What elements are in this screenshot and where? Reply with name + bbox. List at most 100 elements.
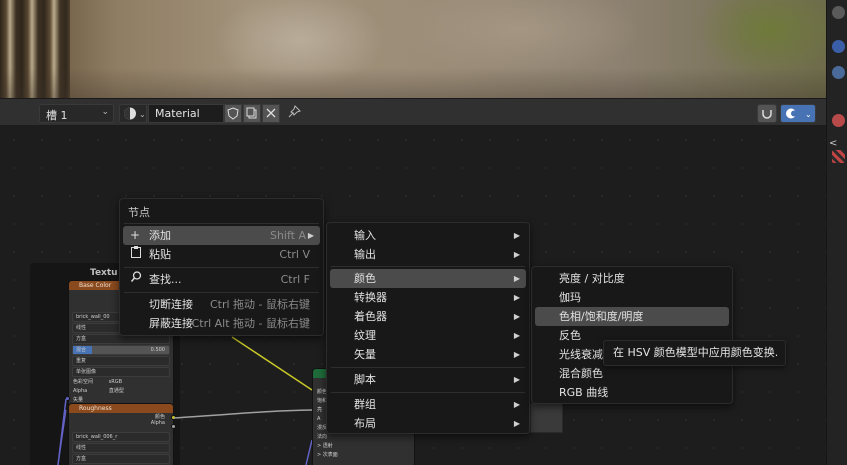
projection-select[interactable]: 方盒 <box>72 454 170 464</box>
menu-item-label: 屏蔽连接 <box>149 317 193 330</box>
menu-separator <box>124 267 319 268</box>
alpha-value: 直通型 <box>108 388 124 394</box>
node-editor-header: 槽 1 ⌄ ⌄ Material ⌄ <box>0 98 826 126</box>
menu-item-label: 输入 <box>354 229 376 242</box>
menu-item-shortcut: Ctrl 拖动 - 鼠标右键 <box>209 298 310 311</box>
slot-selector[interactable]: 槽 1 ⌄ <box>39 104 114 123</box>
menu-item-label: 查找... <box>149 273 182 286</box>
scene-icon[interactable] <box>832 40 845 53</box>
menu-item-cut-links[interactable]: 切断连接 Ctrl 拖动 - 鼠标右键 <box>123 295 320 314</box>
fake-user-button[interactable] <box>224 104 242 123</box>
submenu-arrow-icon: ▶ <box>513 400 520 409</box>
collapse-arrow-icon[interactable]: < <box>829 138 837 149</box>
menu-item-shortcut: Ctrl Alt 拖动 - 鼠标右键 <box>191 317 310 330</box>
slot-label: 槽 1 <box>46 109 68 122</box>
submenu-arrow-icon: ▶ <box>513 312 520 321</box>
submenu-item-bright-contrast[interactable]: 亮度 / 对比度 <box>535 269 729 288</box>
world-icon[interactable] <box>832 66 845 79</box>
duplicate-button[interactable] <box>243 104 261 123</box>
source-select[interactable]: 单张图像 <box>72 367 170 377</box>
menu-item-mute-links[interactable]: 屏蔽连接 Ctrl Alt 拖动 - 鼠标右键 <box>123 314 320 333</box>
vector-input-socket[interactable] <box>65 396 70 401</box>
menu-item-add[interactable]: + 添加 Shift A ▶ <box>123 226 320 245</box>
material-tab-icon[interactable] <box>832 114 845 127</box>
material-name-field[interactable]: Material <box>148 104 224 123</box>
menu-item-shortcut: Ctrl F <box>280 273 310 286</box>
submenu-arrow-icon: ▶ <box>513 375 520 384</box>
blend-slider[interactable]: 混合 0.500 <box>72 345 170 355</box>
snap-button[interactable] <box>757 104 777 123</box>
overlay-icon: ⌄ <box>786 108 812 119</box>
color-space-row[interactable]: 色彩空间 sRGB <box>69 378 173 387</box>
unlink-button[interactable] <box>262 104 280 123</box>
menu-separator <box>331 392 525 393</box>
submenu-arrow-icon: ▶ <box>513 350 520 359</box>
material-sphere-icon: ⌄ <box>124 107 146 120</box>
paste-icon <box>130 245 142 265</box>
menu-separator <box>331 266 525 267</box>
menu-item-find[interactable]: 查找... Ctrl F <box>123 270 320 289</box>
input-row: 法向 <box>317 434 328 440</box>
alpha-output-socket[interactable] <box>171 424 176 429</box>
menu-item-label: 伽玛 <box>559 291 581 304</box>
texture-tab-icon[interactable] <box>832 150 845 163</box>
submenu-item-color[interactable]: 颜色 ▶ <box>330 269 526 288</box>
submenu-item-hue-saturation[interactable]: 色相/饱和度/明度 <box>535 307 729 326</box>
color-space-label: 色彩空间 <box>73 379 94 385</box>
menu-item-shortcut: Shift A <box>269 229 306 242</box>
submenu-item-layout[interactable]: 布局 ▶ <box>330 414 526 433</box>
submenu-item-vector[interactable]: 矢量 ▶ <box>330 345 526 364</box>
extension-select[interactable]: 重复 <box>72 356 170 366</box>
color-output-socket[interactable] <box>171 415 176 420</box>
alpha-row[interactable]: Alpha 直通型 <box>69 387 173 396</box>
viewport-preview[interactable] <box>0 0 826 98</box>
submenu-item-output[interactable]: 输出 ▶ <box>330 245 526 264</box>
menu-item-label: 添加 <box>149 229 171 242</box>
submenu-item-converter[interactable]: 转换器 ▶ <box>330 288 526 307</box>
input-row: > 透射 <box>317 443 333 449</box>
menu-item-label: 矢量 <box>354 348 376 361</box>
submenu-item-gamma[interactable]: 伽玛 <box>535 288 729 307</box>
plus-icon: + <box>130 228 141 242</box>
overlay-button[interactable]: ⌄ <box>780 104 816 123</box>
submenu-arrow-icon: ▶ <box>513 231 520 240</box>
submenu-arrow-icon: ▶ <box>513 293 520 302</box>
add-submenu: 输入 ▶ 输出 ▶ 颜色 ▶ 转换器 ▶ 着色器 ▶ 纹理 ▶ 矢量 ▶ 脚本 ▶ 群组 ▶ 布局… <box>326 222 530 434</box>
input-row: > 次表面 <box>317 452 338 458</box>
blend-label: 混合 <box>76 347 87 353</box>
shield-icon <box>227 107 239 120</box>
submenu-item-script[interactable]: 脚本 ▶ <box>330 370 526 389</box>
image-texture-node-roughness[interactable]: Roughness 颜色 Alpha brick_wall_006_r 线性 方… <box>68 403 174 465</box>
search-icon <box>130 270 142 290</box>
submenu-item-input[interactable]: 输入 ▶ <box>330 226 526 245</box>
material-name: Material <box>155 107 200 120</box>
alpha-label: Alpha <box>73 388 88 394</box>
pin-icon[interactable] <box>286 104 304 122</box>
tool-icon[interactable] <box>832 6 845 19</box>
menu-item-label: 反色 <box>559 329 581 342</box>
blender-window: < 槽 1 ⌄ ⌄ Material ⌄ Textu Base Color br… <box>0 0 847 465</box>
color-space-value: sRGB <box>108 379 122 385</box>
alpha-output-label: Alpha <box>150 420 165 426</box>
submenu-item-group[interactable]: 群组 ▶ <box>330 395 526 414</box>
material-browse-button[interactable]: ⌄ <box>119 104 147 123</box>
menu-item-label: 色相/饱和度/明度 <box>559 310 644 323</box>
submenu-item-mix-color[interactable]: 混合颜色 <box>535 364 729 383</box>
interpolation-select[interactable]: 线性 <box>72 443 170 453</box>
submenu-arrow-icon: ▶ <box>513 419 520 428</box>
frame-title: Textu <box>90 268 118 278</box>
menu-item-label: 纹理 <box>354 329 376 342</box>
node-context-menu: 节点 + 添加 Shift A ▶ 粘贴 Ctrl V 查找... Ctrl F… <box>119 198 324 336</box>
menu-item-label: 亮度 / 对比度 <box>559 272 625 285</box>
hidden-node-fragment <box>530 403 563 433</box>
image-selector[interactable]: brick_wall_006_r <box>72 432 170 442</box>
color-submenu: 亮度 / 对比度 伽玛 色相/饱和度/明度 反色 光线衰减 混合颜色 RGB 曲… <box>531 266 733 404</box>
submenu-item-rgb-curves[interactable]: RGB 曲线 <box>535 383 729 402</box>
svg-text:⌄: ⌄ <box>805 110 812 119</box>
submenu-arrow-icon: ▶ <box>513 274 520 283</box>
submenu-item-texture[interactable]: 纹理 ▶ <box>330 326 526 345</box>
submenu-item-shader[interactable]: 着色器 ▶ <box>330 307 526 326</box>
right-toolbar: < <box>826 0 847 465</box>
menu-separator <box>124 223 319 224</box>
menu-item-paste[interactable]: 粘贴 Ctrl V <box>123 245 320 264</box>
